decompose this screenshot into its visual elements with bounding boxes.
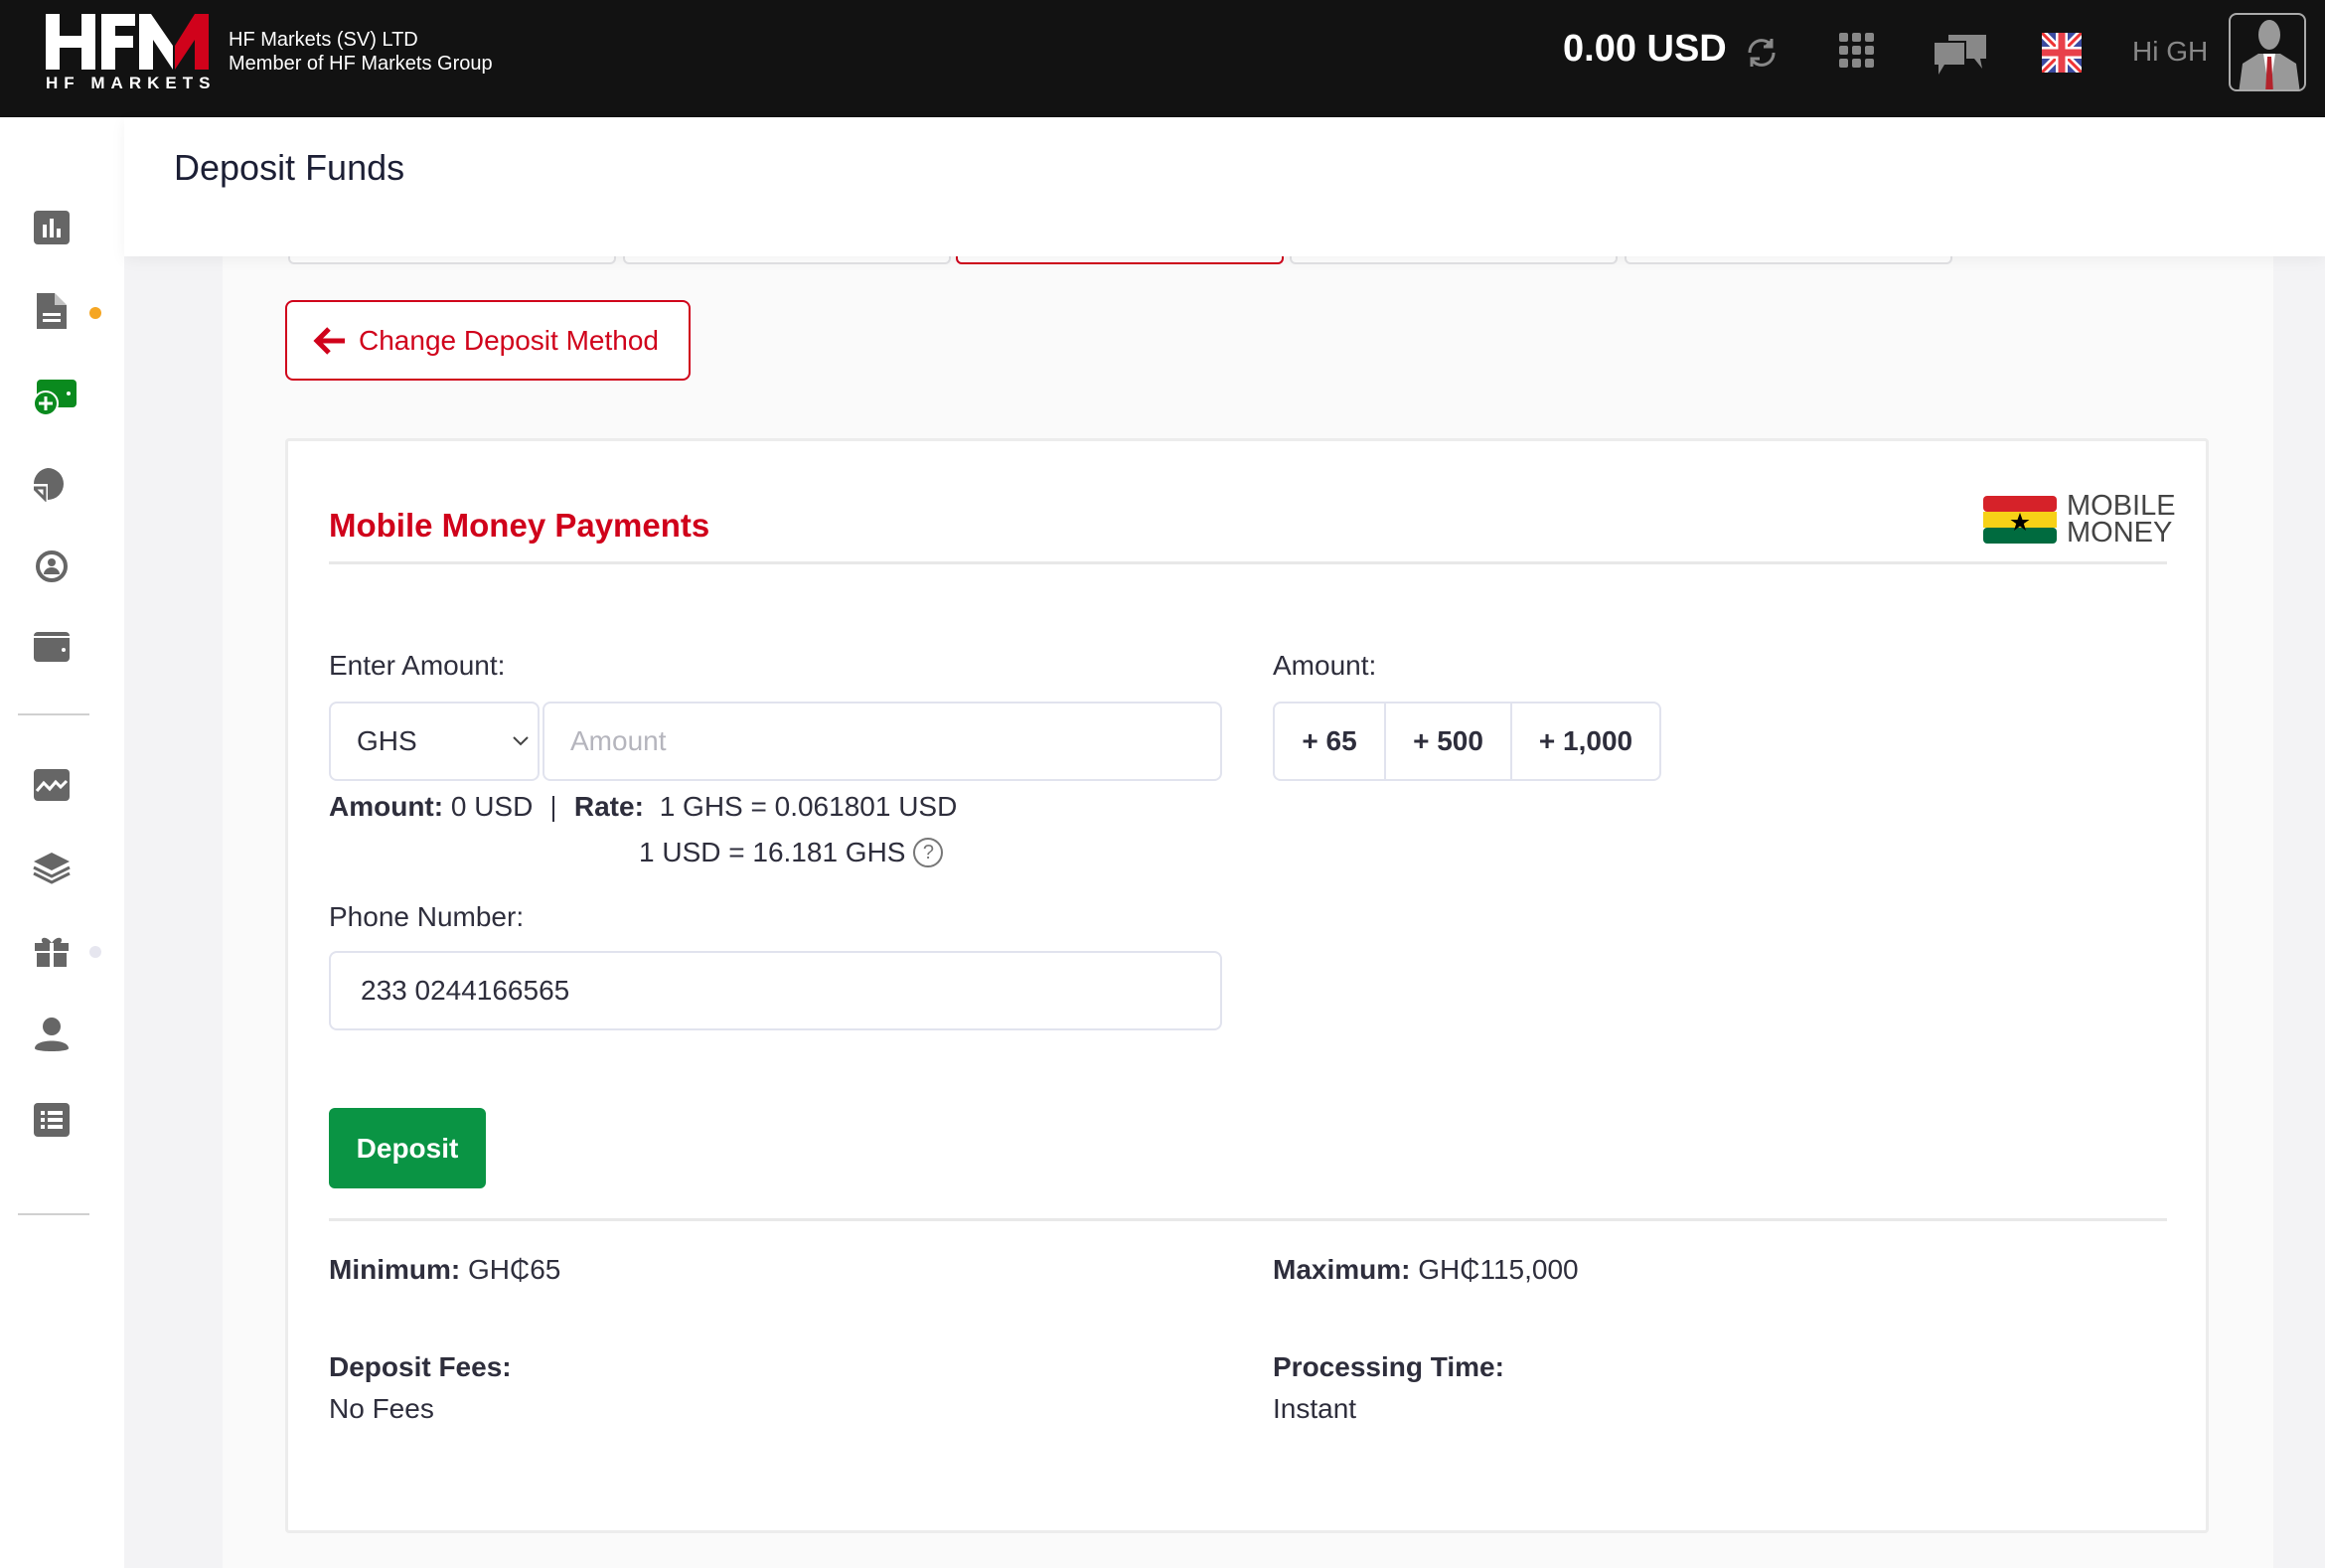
chevron-down-icon (513, 736, 529, 746)
currency-value: GHS (357, 725, 417, 756)
quick-amount-group: + 65 + 500 + 1,000 (1273, 702, 1661, 781)
method-tab[interactable] (623, 256, 951, 264)
quick-amount-65[interactable]: + 65 (1275, 704, 1386, 779)
uk-flag-icon[interactable] (2039, 30, 2085, 78)
refresh-icon[interactable] (1742, 33, 1782, 78)
sidebar (0, 117, 124, 1568)
company-info: HF Markets (SV) LTD Member of HF Markets… (229, 28, 493, 76)
sidebar-item-transfer[interactable] (33, 549, 71, 583)
rate-label: Rate: (573, 791, 644, 822)
wallet-icon (34, 632, 70, 662)
sidebar-item-documents[interactable] (33, 293, 71, 329)
promotions-badge (89, 946, 101, 958)
amount-input[interactable]: Amount (542, 702, 1222, 781)
change-deposit-method-button[interactable]: Change Deposit Method (285, 300, 691, 381)
sidebar-item-wallet[interactable] (33, 630, 71, 664)
layers-icon (33, 853, 71, 884)
maximum-label: Maximum: (1273, 1254, 1411, 1285)
rate-line1: 1 GHS = 0.061801 USD (659, 791, 958, 822)
company-name: HF Markets (SV) LTD (229, 29, 418, 51)
documents-badge (89, 307, 101, 319)
enter-amount-label: Enter Amount: (329, 650, 506, 681)
help-icon[interactable]: ? (913, 838, 944, 867)
sidebar-item-promotions[interactable] (33, 934, 71, 968)
sidebar-item-dashboard[interactable] (33, 211, 71, 244)
apps-grid-icon[interactable] (1839, 33, 1874, 68)
method-tab[interactable] (1290, 256, 1618, 264)
card-title: Mobile Money Payments (329, 507, 710, 544)
user-greeting[interactable]: Hi GH (2132, 36, 2208, 68)
phone-label: Phone Number: (329, 901, 525, 932)
minimum-value: GH₵65 (468, 1254, 561, 1285)
minimum-info: Minimum: GH₵65 (329, 1254, 560, 1286)
hfm-logo[interactable]: HF MARKETS (44, 12, 217, 92)
currency-select[interactable]: GHS (329, 702, 540, 781)
amount-summary-label: Amount: (329, 791, 444, 822)
deposit-button[interactable]: Deposit (329, 1108, 486, 1188)
analytics-icon (34, 769, 70, 801)
sidebar-divider (18, 713, 89, 715)
rate-line2: 1 USD = 16.181 GHS (639, 837, 906, 867)
page-header: Deposit Funds (124, 117, 2325, 256)
logo-line2: MONEY (2067, 517, 2173, 549)
sidebar-item-profile[interactable] (33, 1018, 71, 1051)
avatar[interactable] (2229, 13, 2306, 91)
title-divider (329, 561, 2167, 564)
method-tab[interactable] (288, 256, 616, 264)
list-icon (34, 1103, 70, 1137)
account-balance: 0.00 USD (1563, 28, 1727, 70)
sidebar-item-deposit[interactable] (33, 380, 77, 415)
sidebar-divider (18, 1213, 89, 1215)
logo-subtitle: HF MARKETS (46, 74, 217, 92)
quick-amount-label: Amount: (1273, 650, 1377, 681)
quick-amount-1000[interactable]: + 1,000 (1512, 704, 1659, 779)
bar-chart-icon (34, 211, 70, 244)
quick-amount-500[interactable]: + 500 (1386, 704, 1512, 779)
deposit-icon (33, 380, 77, 415)
fees-label: Deposit Fees: (329, 1351, 512, 1382)
account-transfer-icon (36, 550, 68, 582)
amount-summary-value: 0 USD (450, 791, 534, 822)
gift-icon (35, 937, 69, 967)
page-title: Deposit Funds (174, 147, 405, 188)
fees-value: No Fees (329, 1393, 434, 1424)
pie-chart-icon (34, 468, 64, 502)
separator (552, 795, 555, 822)
processing-value: Instant (1273, 1393, 1357, 1424)
processing-label: Processing Time: (1273, 1351, 1504, 1382)
phone-value: 233 0244166565 (361, 975, 570, 1006)
document-icon (37, 293, 67, 329)
company-group: Member of HF Markets Group (229, 53, 493, 75)
sidebar-item-portfolio[interactable] (33, 467, 71, 502)
amount-placeholder: Amount (570, 725, 667, 756)
method-tab-active[interactable] (956, 256, 1284, 264)
info-divider (329, 1218, 2167, 1221)
ghana-flag-icon (1983, 496, 2057, 544)
user-icon (35, 1018, 69, 1051)
mobile-money-logo: MOBILE MONEY (1983, 490, 2176, 549)
chat-icon[interactable] (1933, 33, 1988, 81)
sidebar-item-reports[interactable] (33, 1103, 71, 1137)
arrow-left-icon (313, 326, 345, 355)
mobile-money-card: Mobile Money Payments MOBILE MONEY Enter… (285, 438, 2209, 1533)
maximum-value: GH₵115,000 (1418, 1254, 1579, 1285)
amount-summary: Amount: 0 USD Rate: 1 GHS = 0.061801 USD (329, 791, 957, 823)
top-bar: HF MARKETS HF Markets (SV) LTD Member of… (0, 0, 2325, 117)
phone-input[interactable]: 233 0244166565 (329, 951, 1222, 1030)
logo-line1: MOBILE (2067, 490, 2176, 522)
rate-line2-row: 1 USD = 16.181 GHS ? (639, 837, 944, 868)
minimum-label: Minimum: (329, 1254, 461, 1285)
maximum-info: Maximum: GH₵115,000 (1273, 1254, 1579, 1286)
change-deposit-method-label: Change Deposit Method (359, 324, 659, 356)
sidebar-item-analytics[interactable] (33, 768, 71, 802)
method-tab[interactable] (1625, 256, 1952, 264)
sidebar-item-platforms[interactable] (33, 851, 71, 884)
